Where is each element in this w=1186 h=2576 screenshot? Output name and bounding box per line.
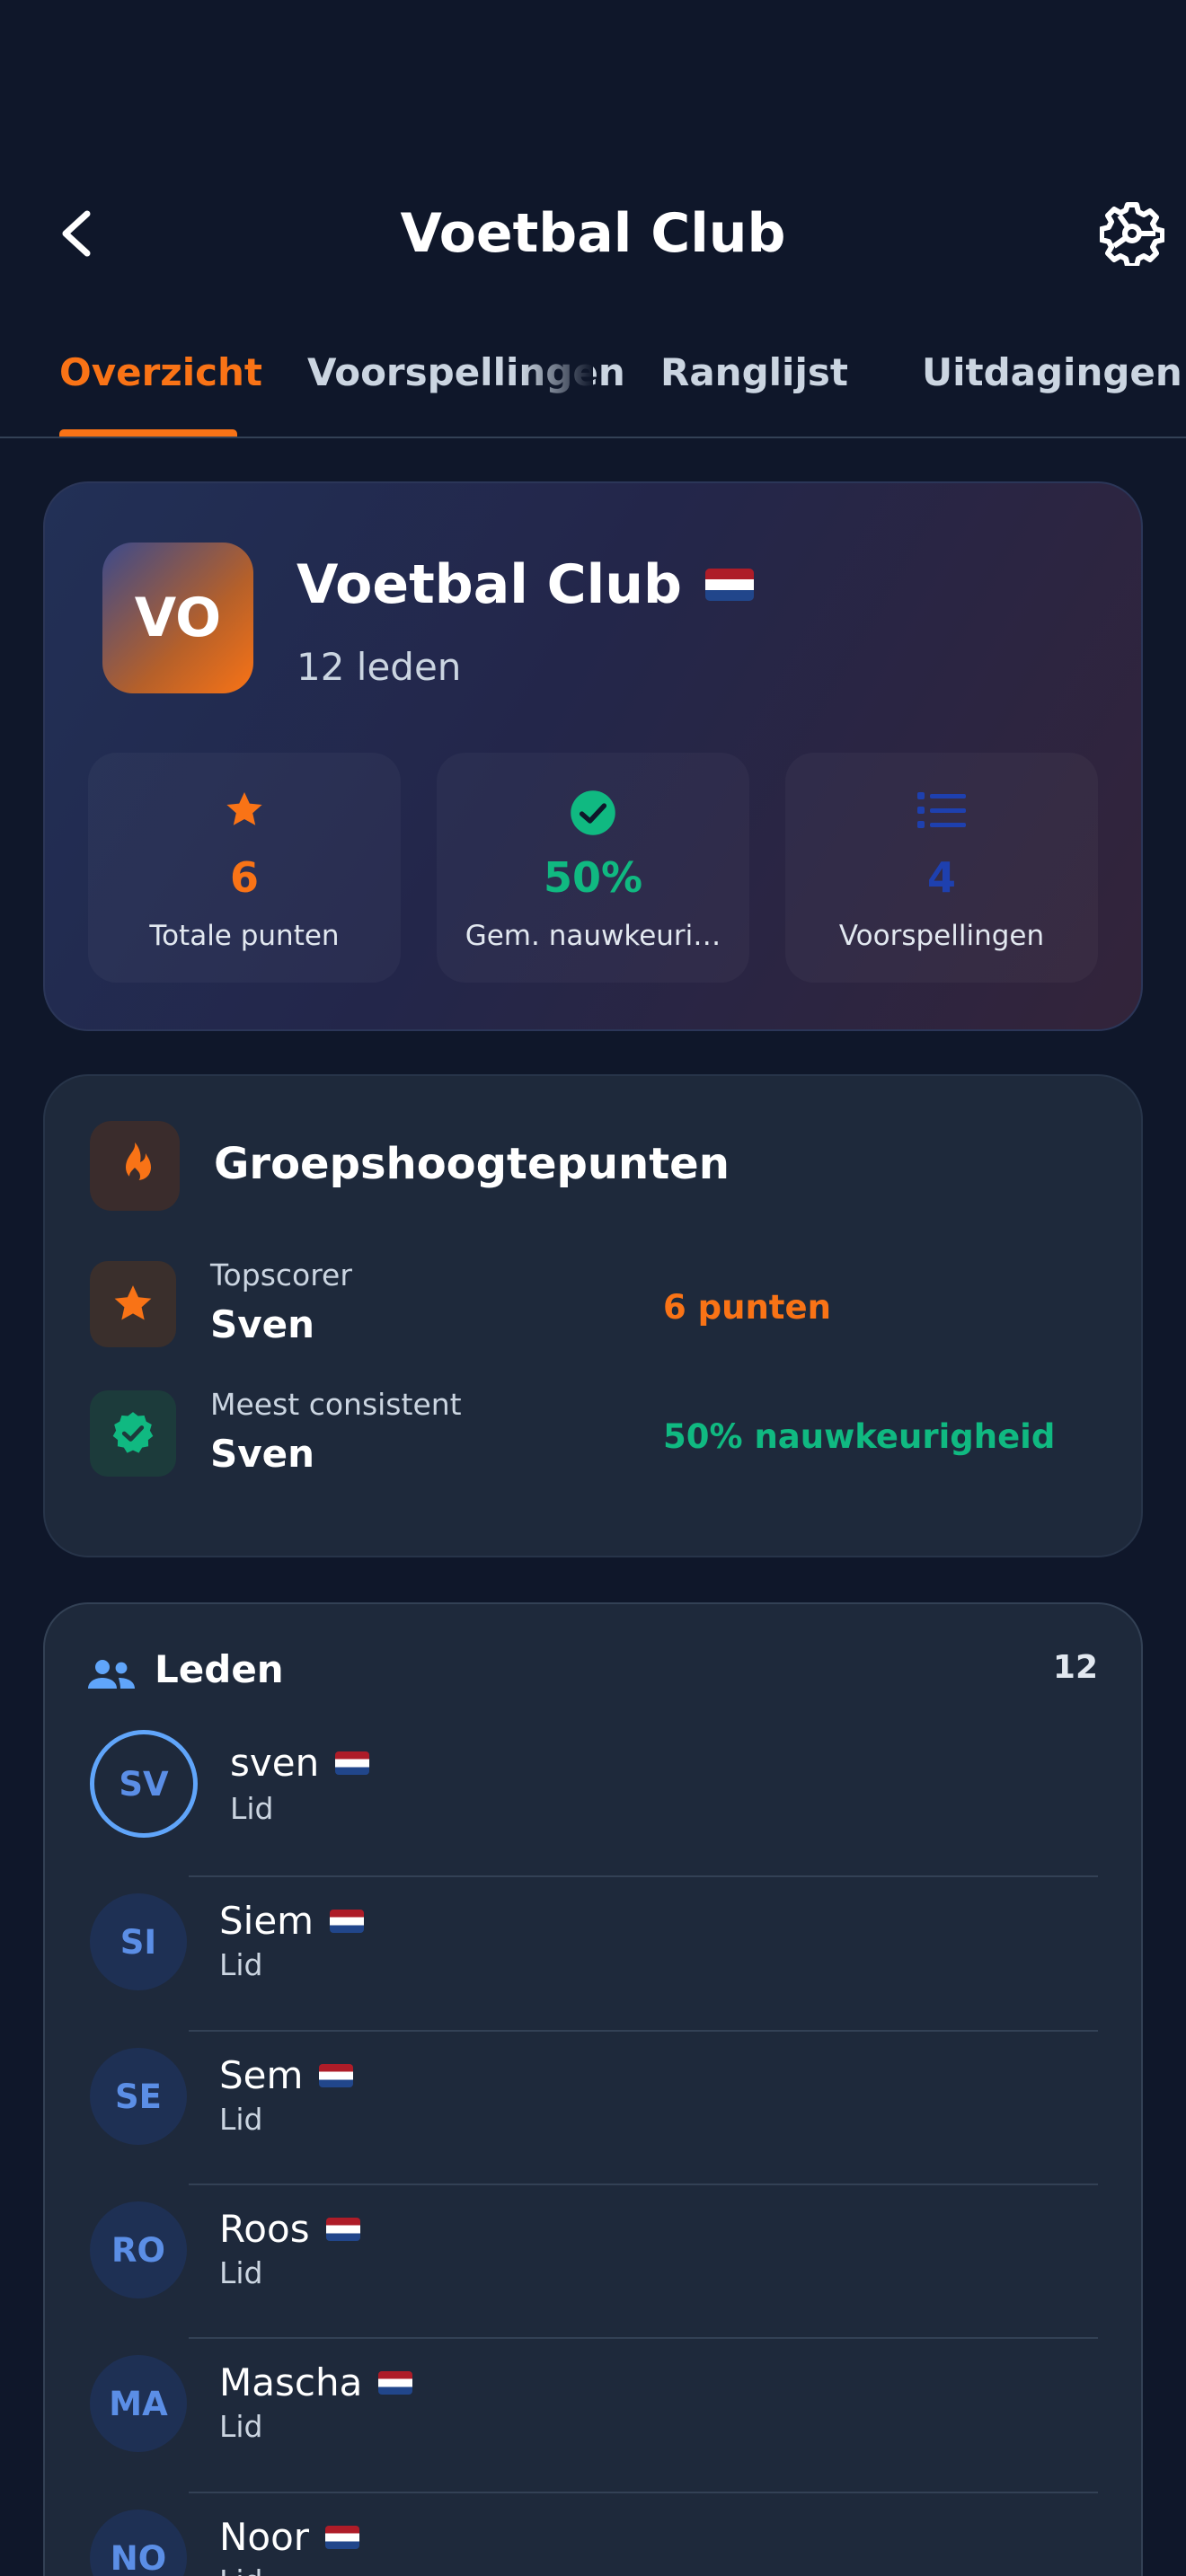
member-name: Roos [219, 2207, 360, 2251]
highlight-label: Meest consistent [210, 1387, 462, 1422]
netherlands-flag-icon [378, 2370, 413, 2395]
users-icon [88, 1658, 135, 1694]
tab-uitdagingen[interactable]: Uitdagingen [922, 350, 1182, 394]
club-name-text: Voetbal Club [296, 553, 682, 616]
flame-icon [90, 1121, 180, 1211]
netherlands-flag-icon [704, 569, 754, 601]
highlight-label: Topscorer [210, 1257, 352, 1292]
stat-predictions: 4 Voorspellingen [785, 753, 1098, 983]
member-role: Lid [219, 1947, 263, 1982]
page-title: Voetbal Club [400, 202, 786, 265]
tab-ranglijst[interactable]: Ranglijst [660, 350, 848, 394]
member-name: Siem [219, 1899, 365, 1943]
highlight-name: Sven [210, 1302, 315, 1346]
highlight-name: Sven [210, 1432, 315, 1476]
netherlands-flag-icon [319, 2063, 354, 2087]
stat-accuracy: 50% Gem. nauwkeuri… [437, 753, 749, 983]
active-tab-indicator [59, 429, 237, 437]
settings-button[interactable] [1096, 198, 1168, 269]
club-member-count: 12 leden [296, 645, 462, 689]
member-name-text: Noor [219, 2515, 310, 2559]
member-role: Lid [219, 2102, 263, 2137]
member-role: Lid [219, 2409, 263, 2444]
club-overview-card: VO Voetbal Club 12 leden 6 Totale punten… [43, 481, 1143, 1031]
avatar: SI [90, 1893, 187, 1990]
star-icon [88, 789, 401, 832]
gear-icon [1100, 202, 1164, 266]
tab-overzicht[interactable]: Overzicht [59, 350, 262, 394]
member-name-text: Roos [219, 2207, 310, 2251]
group-highlights-card: Groepshoogtepunten Topscorer Sven 6 punt… [43, 1074, 1143, 1557]
stat-label: Gem. nauwkeuri… [465, 920, 721, 952]
divider [189, 2337, 1098, 2339]
member-name-text: Siem [219, 1899, 314, 1943]
stat-value: 4 [926, 853, 956, 902]
netherlands-flag-icon [335, 1751, 370, 1775]
member-name-text: Mascha [219, 2360, 363, 2404]
avatar: MA [90, 2355, 187, 2452]
list-icon [785, 789, 1098, 832]
club-name: Voetbal Club [296, 553, 754, 616]
netherlands-flag-icon [330, 1909, 365, 1933]
divider [189, 1875, 1098, 1877]
stat-label: Totale punten [149, 920, 340, 952]
highlight-value: 6 punten [663, 1288, 831, 1327]
member-name: Sem [219, 2053, 354, 2097]
divider [189, 2492, 1098, 2493]
tab-fade [521, 332, 593, 422]
netherlands-flag-icon [325, 2217, 360, 2241]
member-name-text: Sem [219, 2053, 304, 2097]
divider [189, 2183, 1098, 2185]
highlight-value: 50% nauwkeurigheid [663, 1417, 1056, 1456]
member-row[interactable]: NO Noor Lid [45, 2510, 1145, 2576]
stat-value: 6 [229, 853, 259, 902]
member-row[interactable]: SV sven Lid [45, 1730, 1145, 1883]
stat-total-points: 6 Totale punten [88, 753, 401, 983]
member-role: Lid [230, 1791, 274, 1826]
member-row[interactable]: SE Sem Lid [45, 2048, 1145, 2201]
member-name: sven [230, 1741, 370, 1785]
member-name: Mascha [219, 2360, 413, 2404]
app-header: Voetbal Club [0, 180, 1186, 287]
member-row[interactable]: SI Siem Lid [45, 1893, 1145, 2046]
member-row[interactable]: MA Mascha Lid [45, 2355, 1145, 2508]
members-title: Leden [155, 1647, 284, 1691]
verified-badge-icon [90, 1390, 176, 1477]
member-name-text: sven [230, 1741, 320, 1785]
tab-bar: Overzicht Voorspellingen Ranglijst Uitda… [0, 332, 1186, 438]
highlights-title: Groepshoogtepunten [214, 1139, 730, 1189]
members-count: 12 [1052, 1649, 1098, 1686]
avatar: NO [90, 2510, 187, 2576]
avatar: SE [90, 2048, 187, 2145]
check-circle-icon [437, 789, 749, 837]
members-card: Leden 12 SV sven Lid SI Siem Lid SE Sem … [43, 1602, 1143, 2576]
club-logo: VO [102, 543, 253, 693]
member-row[interactable]: RO Roos Lid [45, 2201, 1145, 2354]
stat-label: Voorspellingen [838, 920, 1045, 952]
avatar: SV [90, 1730, 198, 1838]
member-name: Noor [219, 2515, 360, 2559]
netherlands-flag-icon [325, 2525, 360, 2549]
member-role: Lid [219, 2563, 263, 2576]
member-role: Lid [219, 2255, 263, 2290]
divider [189, 2030, 1098, 2032]
stat-value: 50% [543, 853, 643, 902]
star-icon [90, 1261, 176, 1347]
avatar: RO [90, 2201, 187, 2298]
